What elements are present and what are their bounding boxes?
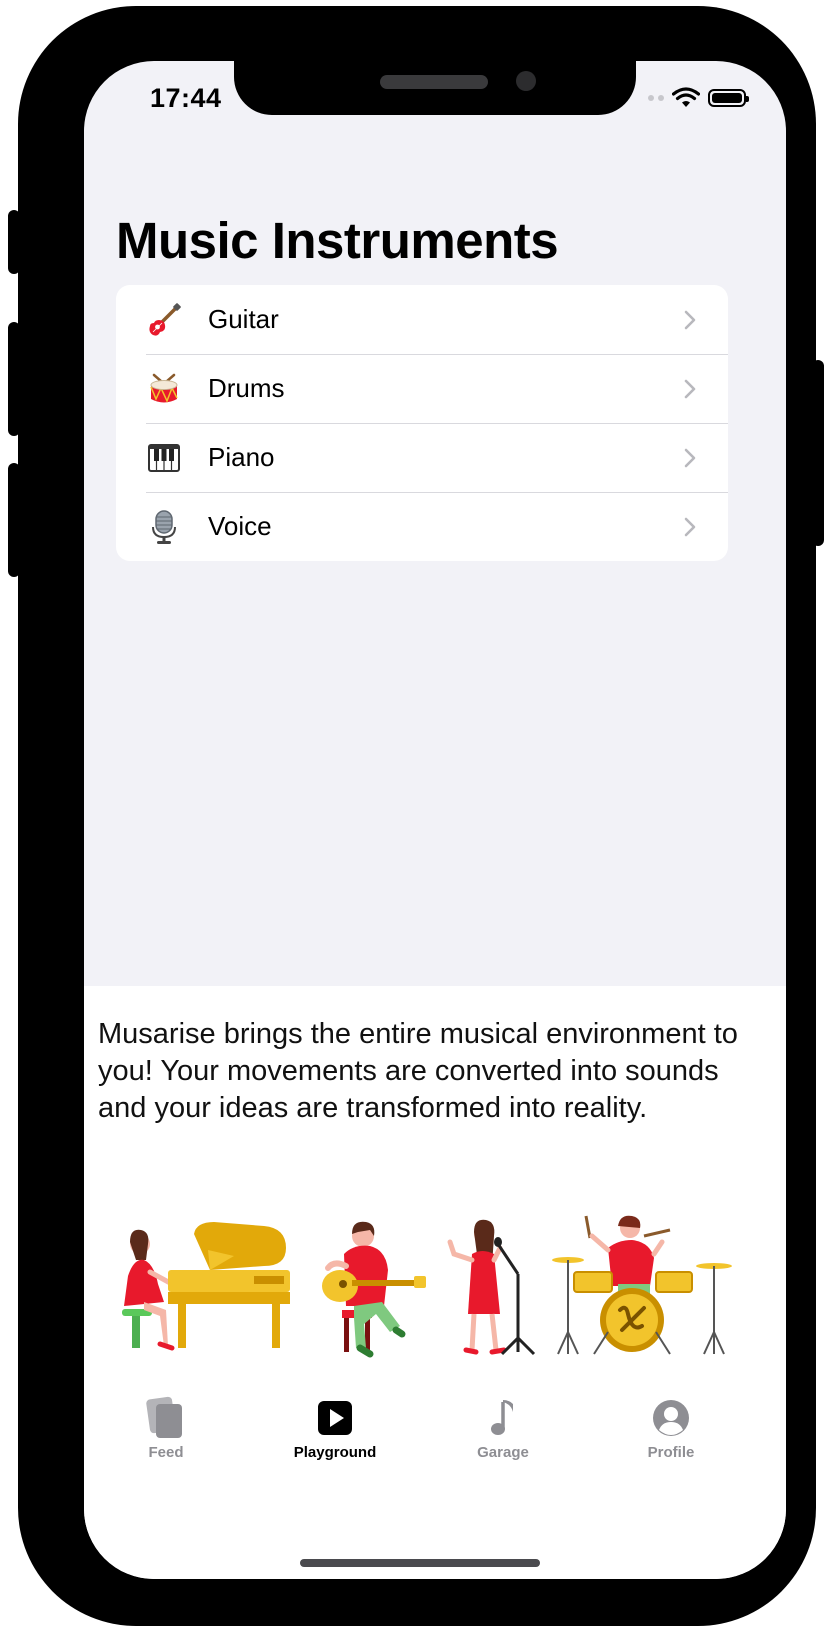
list-item-guitar[interactable]: Guitar [116,285,728,354]
home-indicator[interactable] [300,1559,540,1567]
musicians-illustration [122,1215,732,1358]
screen: 17:44 Music Instruments Guitar Drums Pia… [84,61,786,1579]
page-title: Music Instruments [116,212,559,269]
phone-frame: 17:44 Music Instruments Guitar Drums Pia… [18,6,816,1626]
tab-feed[interactable]: Feed [106,1396,226,1461]
music-note-icon [443,1396,563,1440]
chevron-right-icon [684,446,698,470]
list-item-drums[interactable]: Drums [116,354,728,423]
earpiece-speaker [380,75,488,89]
singer-figure [447,1219,536,1356]
grand-piano [168,1222,290,1348]
tab-label: Profile [647,1444,695,1461]
chevron-right-icon [684,308,698,332]
drummer-figure [552,1215,732,1355]
tab-bar: Feed Playground Garage Profile [84,1396,786,1476]
tab-label: Playground [293,1444,377,1461]
piano-keys-icon [146,440,182,476]
cards-icon [106,1396,226,1440]
app-description: Musarise brings the entire musical envir… [98,1018,738,1124]
tab-garage[interactable]: Garage [443,1396,563,1461]
front-camera [516,71,536,91]
person-circle-icon [611,1396,731,1440]
battery-icon [708,89,749,107]
list-item-label: Piano [208,442,275,472]
list-item-piano[interactable]: Piano [116,423,728,492]
instrument-list: Guitar Drums Piano Voice [116,285,728,561]
tab-label: Feed [148,1444,184,1461]
tab-playground[interactable]: Playground [275,1396,395,1461]
play-square-icon [275,1396,395,1440]
list-item-voice[interactable]: Voice [116,492,728,561]
list-item-label: Drums [208,373,285,403]
list-item-label: Voice [208,511,272,541]
status-time: 17:44 [150,83,222,113]
microphone-icon [146,509,182,545]
pianist-figure [122,1229,175,1351]
status-indicators [648,87,749,109]
drum-icon [146,371,182,407]
tab-profile[interactable]: Profile [611,1396,731,1461]
chevron-right-icon [684,515,698,539]
guitarist-figure [322,1221,426,1358]
chevron-right-icon [684,377,698,401]
wifi-icon [672,87,700,107]
bottom-panel: Musarise brings the entire musical envir… [84,986,786,1579]
cellular-signal-icon [648,95,664,101]
guitar-icon [146,302,182,338]
notch [234,61,636,115]
list-item-label: Guitar [208,304,279,334]
tab-label: Garage [477,1444,529,1461]
